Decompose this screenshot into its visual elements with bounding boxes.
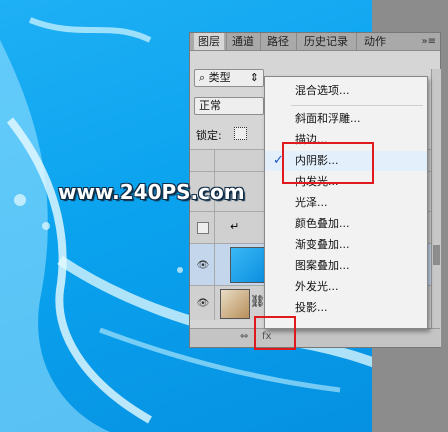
lock-label: 锁定: xyxy=(196,129,222,142)
menu-item-blending-options[interactable]: 混合选项... xyxy=(265,81,427,101)
kind-filter-label: 类型 xyxy=(208,71,231,84)
visibility-toggle[interactable] xyxy=(192,212,215,244)
empty-checkbox-icon xyxy=(197,222,209,234)
menu-item-color-overlay[interactable]: 颜色叠加... xyxy=(265,214,427,234)
panel-tabs: 图层 通道 路径 历史记录 动作 »≡ xyxy=(190,33,440,51)
tab-channels[interactable]: 通道 xyxy=(226,33,259,50)
lock-transparent-icon[interactable] xyxy=(234,127,247,140)
layer-thumbnail[interactable] xyxy=(220,289,250,319)
layers-scrollbar[interactable] xyxy=(431,69,441,347)
menu-item-outer-glow[interactable]: 外发光... xyxy=(265,277,427,297)
panel-menu-icon[interactable]: »≡ xyxy=(422,33,437,50)
menu-item-pattern-overlay[interactable]: 图案叠加... xyxy=(265,256,427,276)
menu-item-bevel-emboss[interactable]: 斜面和浮雕... xyxy=(265,109,427,129)
chevron-updown-icon: ⇕ xyxy=(249,71,259,84)
menu-item-gradient-overlay[interactable]: 渐变叠加... xyxy=(265,235,427,255)
layer-thumbnail[interactable] xyxy=(230,247,266,283)
blend-mode-select[interactable]: 正常 xyxy=(194,97,264,115)
highlight-box-fx-button xyxy=(254,316,296,350)
link-arrow-icon: ↵ xyxy=(230,220,240,233)
menu-item-satin[interactable]: 光泽... xyxy=(265,193,427,213)
chain-link-icon[interactable]: ⛓ xyxy=(250,294,265,308)
blend-mode-label: 正常 xyxy=(199,99,221,112)
link-layers-icon[interactable]: ⇔ xyxy=(240,331,248,342)
tab-paths[interactable]: 路径 xyxy=(260,33,295,50)
visibility-toggle[interactable] xyxy=(192,150,215,172)
scrollbar-thumb[interactable] xyxy=(433,245,440,265)
tab-layers[interactable]: 图层 xyxy=(194,33,224,50)
watermark-text: www.240PS.com xyxy=(58,180,245,204)
eye-icon[interactable]: 👁 xyxy=(192,286,215,320)
panel-bottom-bar: ⇔ fx xyxy=(190,328,440,347)
tab-history[interactable]: 历史记录 xyxy=(296,33,355,50)
kind-filter-select[interactable]: ⌕ 类型 ⇕ xyxy=(194,69,264,87)
eye-icon[interactable]: 👁 xyxy=(192,244,215,286)
layer-style-menu: 混合选项... 斜面和浮雕... 描边... ✓ 内阴影... 内发光... 光… xyxy=(264,76,428,329)
menu-separator xyxy=(291,105,423,106)
highlight-box-inner-shadow xyxy=(282,142,374,184)
menu-item-drop-shadow[interactable]: 投影... xyxy=(265,298,427,318)
tab-actions[interactable]: 动作 xyxy=(356,33,393,50)
search-icon: ⌕ xyxy=(199,71,206,84)
